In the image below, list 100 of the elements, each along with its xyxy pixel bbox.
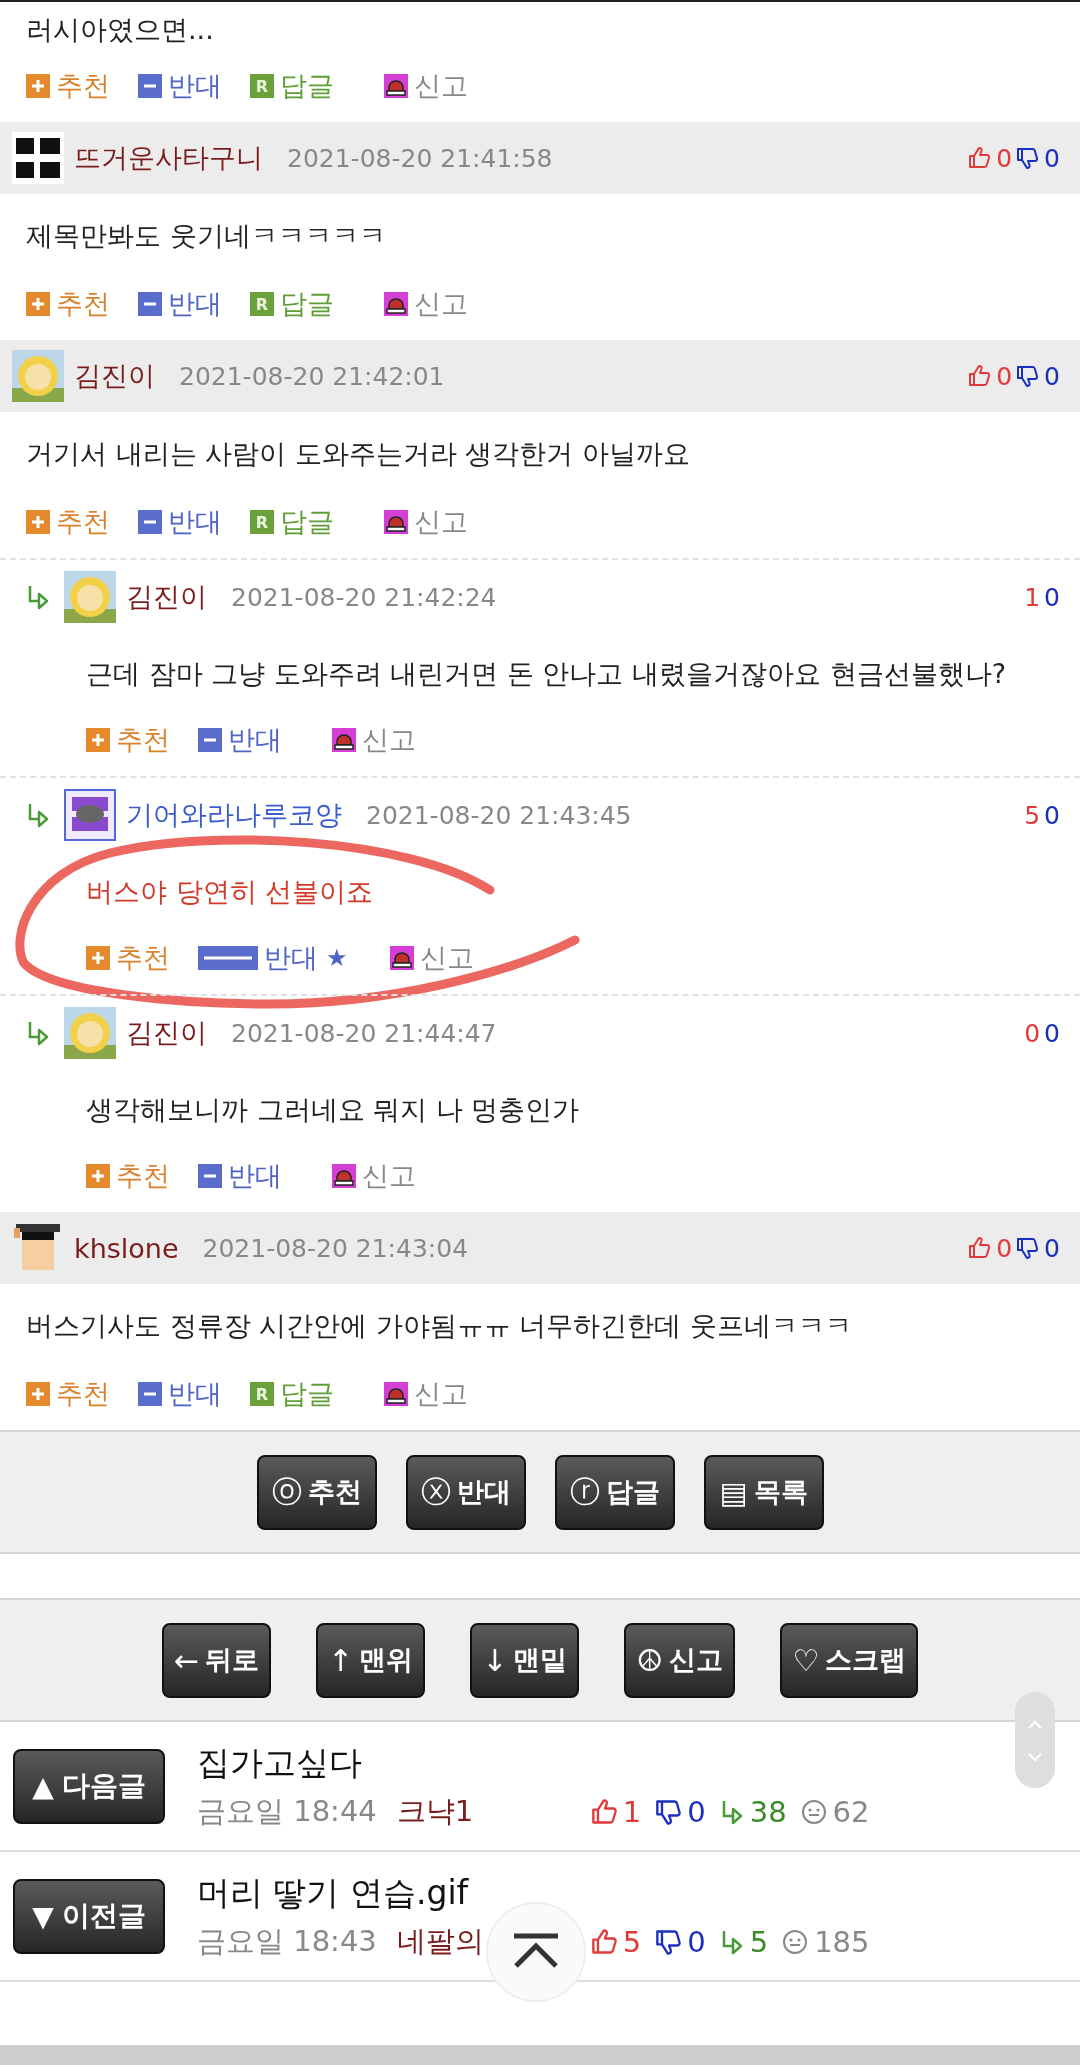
upvote-count: 0 (996, 361, 1013, 391)
report-link[interactable]: 신고 (384, 504, 468, 540)
toolbar-button[interactable]: ▤ 목록 (703, 1454, 824, 1530)
minus-icon (138, 292, 162, 316)
plus-icon (26, 292, 50, 316)
view-count: 62 (832, 1794, 870, 1829)
downvote-count: 0 (1044, 1018, 1060, 1048)
siren-icon (332, 728, 356, 752)
post-nav-button[interactable]: ▼ 이전글 (13, 1878, 165, 1954)
upvote-count: 5 (1024, 800, 1041, 830)
toolbar-button[interactable]: ↓ 맨밑 (470, 1622, 580, 1698)
report-link[interactable]: 신고 (389, 940, 474, 976)
comment-time: 2021-08-20 21:42:01 (179, 361, 445, 391)
thumbs-down-icon (655, 1927, 684, 1956)
avatar-icon (64, 571, 116, 623)
comment-text: 러시아였으면... (25, 13, 215, 47)
comment-text: 버스기사도 정류장 시간안에 가야됨ㅠㅠ 너무하긴한데 웃프네ㅋㅋㅋ (25, 1309, 853, 1343)
toolbar-button[interactable]: ⓧ 반대 (405, 1454, 526, 1530)
toolbar-button[interactable]: ⓞ 추천 (256, 1454, 377, 1530)
button-icon: ↑ (328, 1642, 354, 1678)
report-link[interactable]: 신고 (384, 68, 468, 104)
button-icon: ⓧ (420, 1471, 451, 1513)
upvote-count: 1 (1024, 582, 1041, 612)
toolbar-button[interactable]: ↑ 맨위 (316, 1622, 426, 1698)
button-icon: ⓡ (569, 1471, 600, 1513)
recommend-link[interactable]: 추천 (86, 722, 170, 758)
downvote-count: 0 (1044, 143, 1060, 173)
report-link[interactable]: 신고 (332, 1158, 416, 1194)
plus-icon (86, 1164, 110, 1188)
author-name[interactable]: 김진이 (126, 579, 207, 615)
button-icon: ♡ (792, 1642, 820, 1678)
comment-time: 2021-08-20 21:42:24 (231, 582, 497, 612)
post-title[interactable]: 머리 땋기 연습.gif (197, 1870, 870, 1916)
comment-text: 근데 잠마 그냥 도와주려 내린거면 돈 안나고 내렸을거잖아요 현금선불했나? (86, 657, 1006, 691)
recommend-link[interactable]: 추천 (26, 504, 110, 540)
report-link[interactable]: 신고 (332, 722, 416, 758)
post-title[interactable]: 집가고싶다 (197, 1740, 870, 1786)
post-author: 네팔의 (396, 1923, 484, 1958)
toolbar-button[interactable]: ☮ 신고 (624, 1622, 736, 1698)
downvote-count: 0 (1044, 361, 1060, 391)
reply-link[interactable]: R 답글 (250, 68, 334, 104)
avatar-icon (12, 132, 64, 184)
oppose-link[interactable]: 반대 (138, 68, 222, 104)
recommend-link[interactable]: 추천 (26, 1376, 110, 1412)
thumbs-down-icon (655, 1797, 684, 1826)
oppose-link[interactable]: 반대 (138, 504, 222, 540)
smiley-icon (800, 1798, 827, 1825)
thumbs-up-icon (968, 146, 993, 170)
oppose-link[interactable]: 반대 (198, 722, 282, 758)
reply-count: 5 (749, 1924, 769, 1959)
recommend-link[interactable]: 추천 (26, 68, 110, 104)
siren-icon (384, 1382, 408, 1406)
button-icon: ▤ (719, 1474, 748, 1510)
thumbs-up-icon (590, 1797, 619, 1826)
siren-icon (384, 74, 408, 98)
author-name[interactable]: 김진이 (74, 358, 155, 394)
oppose-link[interactable]: 반대 (198, 940, 318, 976)
oppose-link[interactable]: 반대 (138, 1376, 222, 1412)
minus-icon (138, 510, 162, 534)
siren-icon (389, 946, 414, 970)
plus-icon (26, 510, 50, 534)
comment-text: 버스야 당연히 선불이죠 (86, 875, 374, 909)
upvote-count: 0 (996, 143, 1013, 173)
reply-link[interactable]: R 답글 (250, 286, 334, 322)
downvote-count: 0 (1044, 582, 1060, 612)
post-time: 금요일 18:43 (197, 1922, 377, 1960)
author-name[interactable]: khslone (74, 1232, 179, 1264)
report-link[interactable]: 신고 (384, 286, 468, 322)
recommend-link[interactable]: 추천 (86, 1158, 170, 1194)
report-link[interactable]: 신고 (384, 1376, 468, 1412)
downvote-count: 0 (1044, 800, 1060, 830)
thumbs-down-icon (1016, 364, 1041, 388)
triangle-icon: ▼ (32, 1899, 54, 1933)
plus-icon (86, 728, 110, 752)
reply-link[interactable]: R 답글 (250, 504, 334, 540)
toolbar-button[interactable]: ⓡ 답글 (554, 1454, 675, 1530)
author-name[interactable]: 기어와라나루코양 (126, 797, 342, 833)
upvote-count: 0 (1024, 1018, 1041, 1048)
post-nav-button[interactable]: ▲ 다음글 (13, 1748, 165, 1824)
triangle-icon: ▲ (32, 1769, 54, 1803)
oppose-link[interactable]: 반대 (138, 286, 222, 322)
star-mark: ★ (326, 944, 348, 972)
toolbar-button[interactable]: ← 뒤로 (161, 1622, 271, 1698)
upvote-count: 1 (622, 1794, 642, 1829)
reply-link[interactable]: R 답글 (250, 1376, 334, 1412)
comment-time: 2021-08-20 21:43:45 (366, 800, 632, 830)
toolbar-button[interactable]: ♡ 스크랩 (780, 1622, 919, 1698)
button-icon: ↓ (482, 1642, 508, 1678)
recommend-link[interactable]: 추천 (26, 286, 110, 322)
author-name[interactable]: 김진이 (126, 1015, 207, 1051)
thumbs-up-icon (590, 1927, 619, 1956)
button-icon: ⓞ (271, 1471, 302, 1513)
view-count: 185 (814, 1924, 870, 1959)
oppose-link[interactable]: 반대 (198, 1158, 282, 1194)
recommend-link[interactable]: 추천 (86, 940, 170, 976)
button-icon: ☮ (636, 1642, 664, 1678)
minus-icon (198, 946, 258, 970)
plus-icon (26, 74, 50, 98)
letter-badge: R (250, 74, 274, 98)
author-name[interactable]: 뜨거운사타구니 (74, 140, 263, 176)
